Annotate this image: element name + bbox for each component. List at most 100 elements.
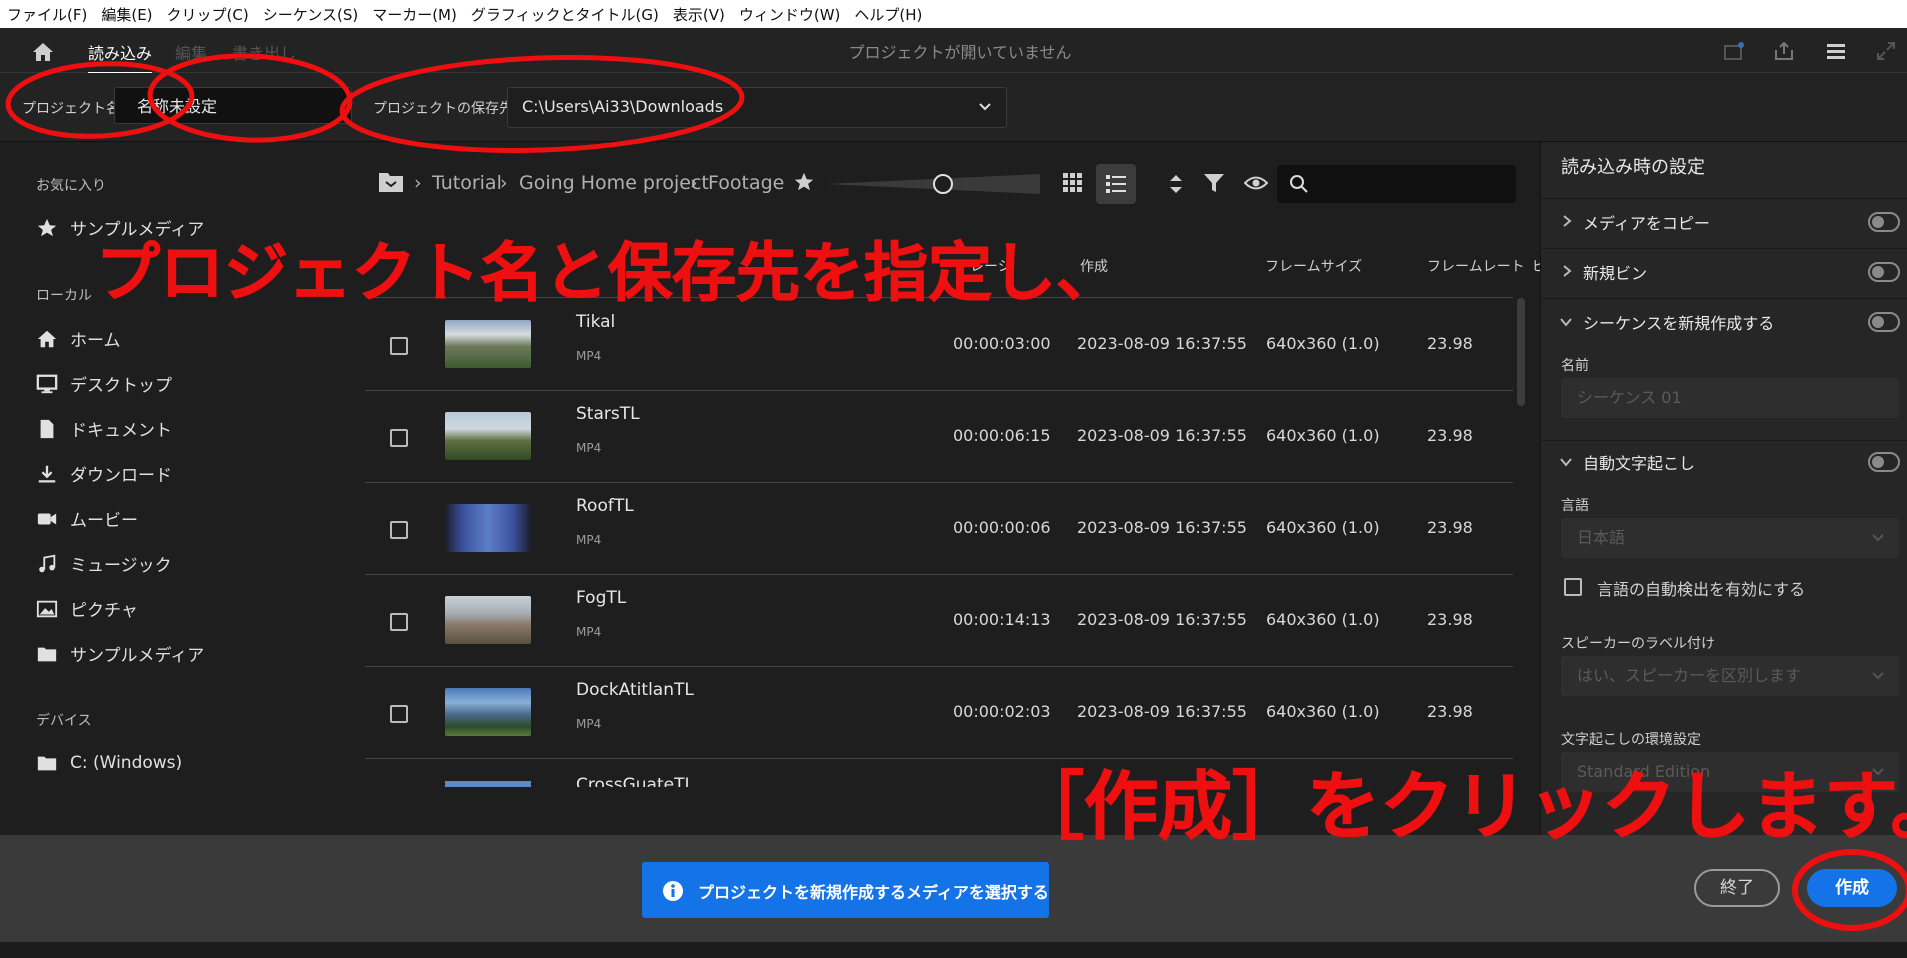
language-select[interactable]: 日本語 — [1561, 518, 1899, 558]
sidebar-item-c-drive[interactable]: C: (Windows) — [36, 752, 182, 774]
row-checkbox[interactable] — [390, 521, 408, 539]
thumbnail — [445, 688, 531, 736]
sort-icon[interactable] — [1166, 172, 1186, 196]
copy-media-toggle[interactable] — [1868, 212, 1900, 232]
table-row[interactable]: DockAtitlanTL MP4 00:00:02:03 2023-08-09… — [365, 666, 1513, 759]
sidebar-item-sample-media[interactable]: サンプルメディア — [36, 641, 204, 666]
table-row[interactable]: RoofTL MP4 00:00:00:06 2023-08-09 16:37:… — [365, 482, 1513, 575]
breadcrumb-footage[interactable]: Footage — [708, 172, 784, 194]
exit-button[interactable]: 終了 — [1694, 869, 1780, 907]
sidebar-item-pictures[interactable]: ピクチャ — [36, 596, 138, 621]
search-input[interactable] — [1277, 165, 1516, 203]
frame-size: 640x360 (1.0) — [1266, 426, 1380, 445]
download-icon — [38, 465, 56, 482]
created-date: 2023-08-09 16:37:55 — [1077, 334, 1247, 353]
sidebar-item-desktop[interactable]: デスクトップ — [36, 371, 172, 396]
chevron-down-icon — [979, 103, 991, 111]
menu-graphics[interactable]: グラフィックとタイトル(G) — [464, 4, 666, 25]
create-button[interactable]: 作成 — [1807, 869, 1897, 907]
search-icon — [1290, 175, 1308, 193]
sidebar-item-downloads[interactable]: ダウンロード — [36, 461, 172, 486]
info-banner: プロジェクトを新規作成するメディアを選択する — [642, 862, 1049, 918]
row-checkbox[interactable] — [390, 705, 408, 723]
menu-window[interactable]: ウィンドウ(W) — [732, 4, 848, 25]
row-checkbox[interactable] — [390, 337, 408, 355]
home-icon[interactable] — [30, 41, 56, 63]
document-icon — [40, 419, 54, 438]
speaker-value: はい、スピーカーを区別します — [1577, 666, 1802, 685]
quick-export-icon[interactable] — [1722, 40, 1746, 62]
menu-help[interactable]: ヘルプ(H) — [847, 4, 929, 25]
auto-detect-checkbox[interactable] — [1564, 578, 1582, 596]
fullscreen-icon[interactable] — [1874, 40, 1898, 62]
scrollbar-thumb[interactable] — [1517, 298, 1525, 406]
tab-edit[interactable]: 編集 — [175, 40, 207, 64]
sidebar-item-movies[interactable]: ムービー — [36, 506, 138, 531]
file-name: Tikal — [576, 312, 616, 332]
project-location-select[interactable]: C:\Users\Ai33\Downloads — [507, 87, 1007, 128]
new-bin-toggle[interactable] — [1868, 262, 1900, 282]
language-label: 言語 — [1561, 498, 1589, 514]
picture-icon — [36, 600, 58, 617]
breadcrumb-going-home[interactable]: Going Home project — [519, 172, 709, 194]
column-header-frame-size[interactable]: フレームサイズ — [1265, 256, 1362, 276]
info-text: プロジェクトを新規作成するメディアを選択する — [698, 883, 1049, 902]
thumbnail-size-slider[interactable] — [826, 172, 1040, 196]
sequence-name-input[interactable]: シーケンス 01 — [1561, 378, 1899, 418]
chevron-right-icon[interactable] — [1561, 214, 1573, 228]
sidebar-item-label: ホーム — [70, 331, 121, 351]
sidebar-item-label: デスクトップ — [70, 376, 172, 396]
frame-rate: 23.98 — [1427, 610, 1473, 629]
thumbnail — [445, 781, 531, 787]
row-checkbox[interactable] — [390, 613, 408, 631]
project-name-field[interactable]: 名称未設定 — [114, 87, 352, 124]
star-icon[interactable] — [792, 171, 816, 193]
breadcrumb-separator: › — [500, 172, 508, 194]
file-name: DockAtitlanTL — [576, 680, 694, 700]
share-icon[interactable] — [1772, 40, 1796, 62]
menu-file[interactable]: ファイル(F) — [0, 4, 94, 25]
tab-import[interactable]: 読み込み — [88, 40, 153, 74]
copy-media-label: メディアをコピー — [1583, 214, 1710, 233]
grid-view-icon[interactable] — [1062, 172, 1084, 194]
sidebar-item-music[interactable]: ミュージック — [36, 551, 172, 576]
thumbnail — [445, 412, 531, 460]
created-date: 2023-08-09 16:37:55 — [1077, 426, 1247, 445]
list-view-button[interactable] — [1096, 164, 1136, 204]
workspaces-icon[interactable] — [1824, 40, 1848, 62]
sidebar-item-home[interactable]: ホーム — [36, 326, 121, 351]
divider — [1540, 298, 1907, 299]
auto-transcribe-toggle[interactable] — [1868, 452, 1900, 472]
chevron-down-icon — [1872, 534, 1884, 542]
local-heading: ローカル — [36, 288, 92, 304]
new-sequence-toggle[interactable] — [1868, 312, 1900, 332]
sidebar-item-documents[interactable]: ドキュメント — [36, 416, 172, 441]
new-bin-label: 新規ビン — [1583, 264, 1648, 283]
divider — [1540, 248, 1907, 249]
created-date: 2023-08-09 16:37:55 — [1077, 610, 1247, 629]
created-date: 2023-08-09 16:37:55 — [1077, 518, 1247, 537]
menu-view[interactable]: 表示(V) — [666, 4, 732, 25]
filter-icon[interactable] — [1203, 172, 1225, 194]
menu-sequence[interactable]: シーケンス(S) — [256, 4, 365, 25]
folder-icon[interactable] — [377, 170, 405, 194]
breadcrumb-tutorial[interactable]: Tutorial — [432, 172, 502, 194]
frame-size: 640x360 (1.0) — [1266, 610, 1380, 629]
column-header-frame-rate[interactable]: フレームレート — [1427, 256, 1525, 276]
chevron-down-icon[interactable] — [1559, 316, 1573, 328]
thumbnail — [445, 596, 531, 644]
table-row[interactable]: StarsTL MP4 00:00:06:15 2023-08-09 16:37… — [365, 390, 1513, 483]
menu-edit[interactable]: 編集(E) — [94, 4, 159, 25]
home-icon — [37, 330, 57, 347]
chevron-down-icon[interactable] — [1559, 456, 1573, 468]
speaker-select[interactable]: はい、スピーカーを区別します — [1561, 656, 1899, 696]
table-row[interactable]: FogTL MP4 00:00:14:13 2023-08-09 16:37:5… — [365, 574, 1513, 667]
menu-marker[interactable]: マーカー(M) — [365, 4, 464, 25]
chevron-right-icon[interactable] — [1561, 264, 1573, 278]
sidebar-item-label: ダウンロード — [70, 466, 172, 486]
row-checkbox[interactable] — [390, 429, 408, 447]
eye-icon[interactable] — [1244, 174, 1268, 192]
menu-clip[interactable]: クリップ(C) — [160, 4, 256, 25]
frame-size: 640x360 (1.0) — [1266, 702, 1380, 721]
tab-export[interactable]: 書き出し — [232, 40, 296, 64]
